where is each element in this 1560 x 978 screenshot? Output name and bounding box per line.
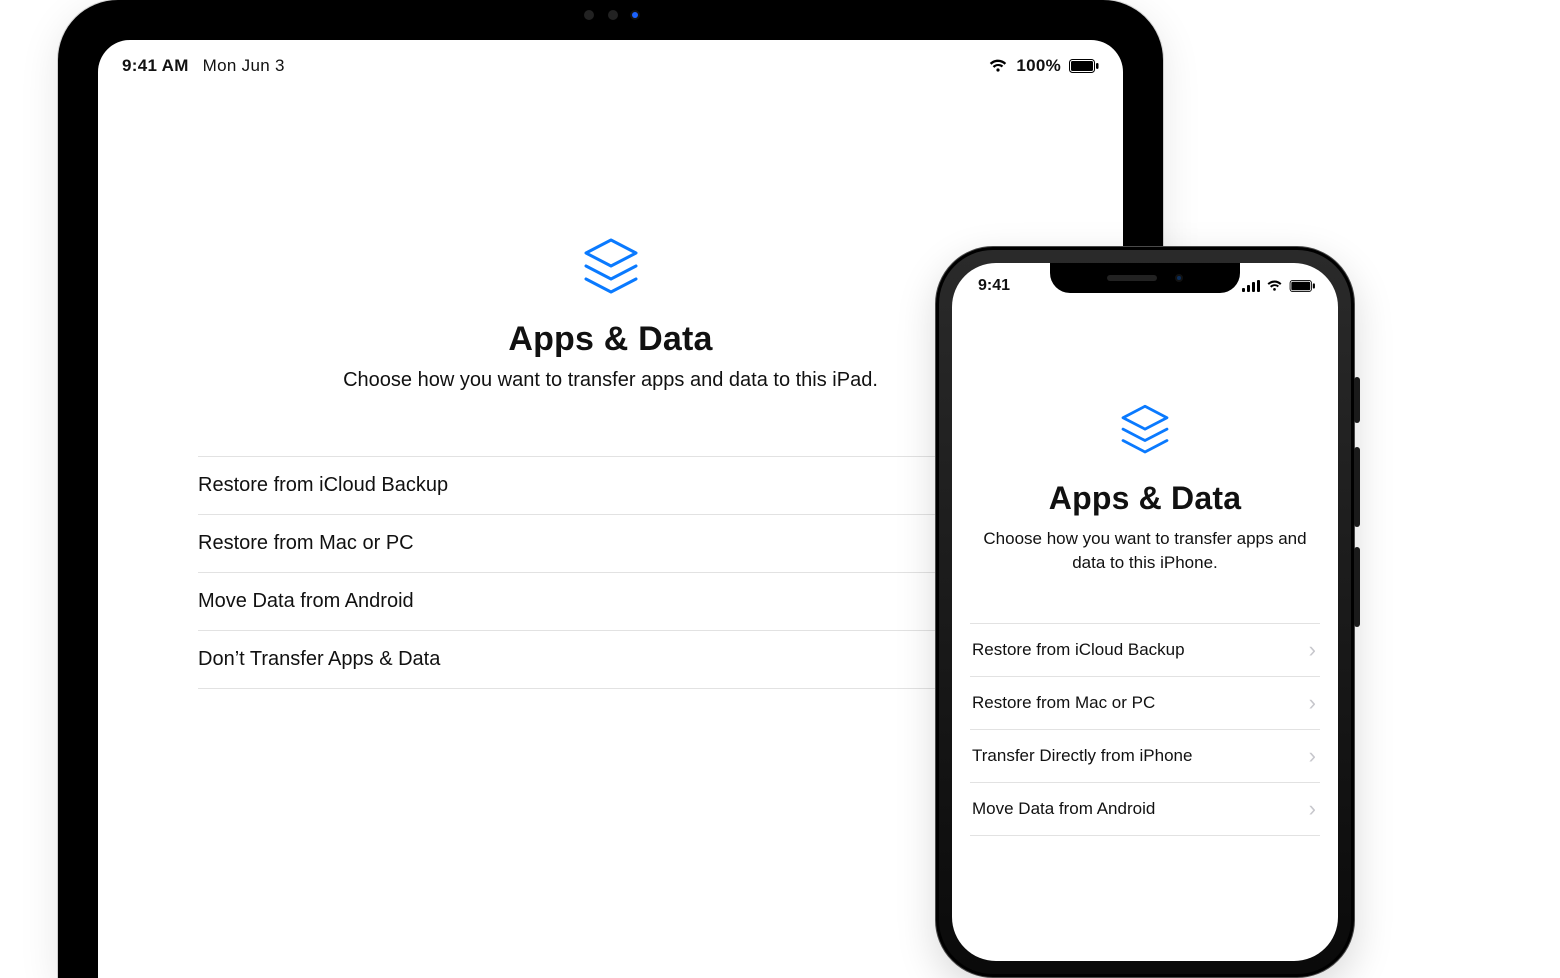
wifi-icon xyxy=(1266,280,1283,292)
page-title: Apps & Data xyxy=(952,480,1338,517)
iphone-setup-content: Apps & Data Choose how you want to trans… xyxy=(952,307,1338,836)
option-label: Move Data from Android xyxy=(198,590,414,613)
iphone-notch xyxy=(1050,263,1240,293)
option-move-from-android[interactable]: Move Data from Android › xyxy=(198,573,1023,631)
option-label: Restore from iCloud Backup xyxy=(198,474,448,497)
ipad-status-bar: 9:41 AM Mon Jun 3 100% xyxy=(98,40,1123,86)
option-label: Transfer Directly from iPhone xyxy=(972,746,1192,766)
chevron-right-icon: › xyxy=(1309,639,1316,661)
option-dont-transfer[interactable]: Don’t Transfer Apps & Data › xyxy=(198,631,1023,689)
wifi-icon xyxy=(988,59,1008,73)
battery-icon xyxy=(1289,280,1316,292)
option-transfer-from-iphone[interactable]: Transfer Directly from iPhone › xyxy=(970,730,1320,783)
option-restore-mac-pc[interactable]: Restore from Mac or PC › xyxy=(198,515,1023,573)
iphone-screen: 9:41 xyxy=(952,263,1338,961)
iphone-device-frame: 9:41 xyxy=(935,246,1355,978)
ipad-battery-pct: 100% xyxy=(1016,56,1061,76)
ipad-status-time: 9:41 AM xyxy=(122,56,189,76)
page-subtitle: Choose how you want to transfer apps and… xyxy=(980,527,1310,575)
chevron-right-icon: › xyxy=(1309,798,1316,820)
ipad-status-date: Mon Jun 3 xyxy=(203,56,285,76)
option-label: Don’t Transfer Apps & Data xyxy=(198,648,440,671)
option-label: Restore from Mac or PC xyxy=(198,532,414,555)
iphone-status-time: 9:41 xyxy=(978,277,1010,295)
option-move-from-android[interactable]: Move Data from Android › xyxy=(970,783,1320,836)
option-restore-icloud[interactable]: Restore from iCloud Backup › xyxy=(970,624,1320,677)
chevron-right-icon: › xyxy=(1309,745,1316,767)
option-restore-mac-pc[interactable]: Restore from Mac or PC › xyxy=(970,677,1320,730)
option-label: Restore from iCloud Backup xyxy=(972,640,1185,660)
ipad-options-list: Restore from iCloud Backup › Restore fro… xyxy=(198,456,1023,689)
chevron-right-icon: › xyxy=(1309,692,1316,714)
cellular-signal-icon xyxy=(1242,280,1260,292)
option-label: Restore from Mac or PC xyxy=(972,693,1155,713)
battery-icon xyxy=(1069,59,1099,73)
stack-icon xyxy=(952,402,1338,458)
option-restore-icloud[interactable]: Restore from iCloud Backup › xyxy=(198,457,1023,515)
option-label: Move Data from Android xyxy=(972,799,1155,819)
iphone-options-list: Restore from iCloud Backup › Restore fro… xyxy=(970,623,1320,836)
